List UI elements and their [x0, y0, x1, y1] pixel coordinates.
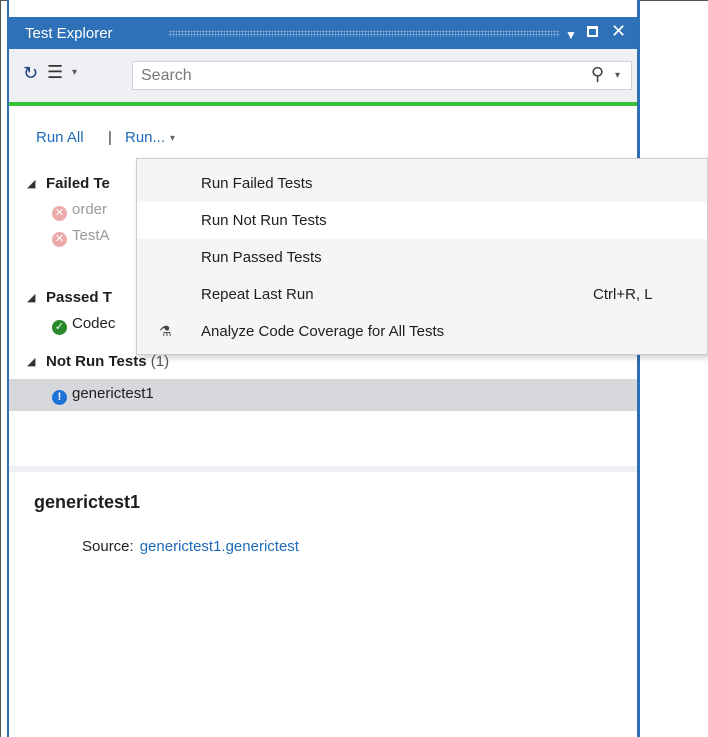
menu-item-shortcut: Ctrl+R, L: [593, 286, 653, 303]
flask-icon: ⚗: [159, 323, 172, 339]
menu-item-label: Run Failed Tests: [201, 175, 313, 192]
run-bar: Run All | Run... ▾: [36, 129, 175, 146]
run-menu-label[interactable]: Run...: [125, 129, 165, 146]
test-item-label: generictest1: [72, 385, 154, 402]
search-box[interactable]: ⚲ ▾: [132, 61, 632, 90]
drag-grip[interactable]: [169, 30, 559, 37]
details-divider[interactable]: [9, 466, 637, 472]
title-bar[interactable]: Test Explorer ▼ ✕: [9, 17, 637, 49]
chevron-down-icon[interactable]: ▾: [170, 133, 175, 144]
failed-icon: ✕: [52, 232, 67, 247]
group-label-failed: Failed Te: [46, 175, 110, 192]
window-dropdown-button[interactable]: ▼: [565, 26, 577, 44]
close-button[interactable]: ✕: [611, 22, 626, 40]
run-dropdown-menu: Run Failed Tests Run Not Run Tests Run P…: [136, 158, 708, 355]
menu-item-label: Run Passed Tests: [201, 249, 322, 266]
search-input[interactable]: [141, 66, 561, 86]
info-icon: !: [52, 390, 67, 405]
window-title: Test Explorer: [25, 25, 113, 42]
menu-item-label: Analyze Code Coverage for All Tests: [201, 323, 445, 340]
group-count: (1): [150, 353, 170, 370]
group-label-not-run: Not Run Tests (1): [46, 353, 169, 370]
menu-item-run-passed[interactable]: Run Passed Tests: [137, 239, 707, 276]
collapse-triangle-icon[interactable]: ◢: [27, 291, 35, 304]
failed-icon: ✕: [52, 206, 67, 221]
test-item-label: Codec: [72, 315, 116, 332]
outer-border-left: [0, 0, 1, 737]
detail-source: Source: generictest1.generictest: [82, 538, 299, 555]
collapse-triangle-icon[interactable]: ◢: [27, 355, 35, 368]
group-by-icon[interactable]: ☰: [47, 62, 63, 83]
menu-item-analyze-coverage[interactable]: ⚗ Analyze Code Coverage for All Tests: [137, 313, 707, 350]
menu-item-label: Run Not Run Tests: [201, 212, 327, 229]
source-label: Source:: [82, 538, 134, 555]
run-all-link[interactable]: Run All: [36, 129, 84, 146]
detail-test-name: generictest1: [34, 492, 141, 512]
maximize-button[interactable]: [587, 26, 598, 37]
collapse-triangle-icon[interactable]: ◢: [27, 177, 35, 190]
search-options-dropdown-icon[interactable]: ▾: [615, 70, 620, 81]
group-label-passed: Passed T: [46, 289, 112, 306]
test-explorer-panel: Test Explorer ▼ ✕ ↻ ☰ ▾ ⚲ ▾ Run All | Ru…: [9, 0, 637, 737]
source-link[interactable]: generictest1.generictest: [140, 538, 299, 555]
test-item-label: order: [72, 201, 108, 218]
refresh-icon[interactable]: ↻: [23, 63, 38, 84]
menu-item-run-failed[interactable]: Run Failed Tests: [137, 165, 707, 202]
search-icon[interactable]: ⚲: [591, 64, 604, 85]
passed-check-icon: ✓: [52, 320, 67, 335]
run-menu-link[interactable]: Run... ▾: [125, 129, 175, 146]
menu-item-repeat-last-run[interactable]: Repeat Last Run Ctrl+R, L: [137, 276, 707, 313]
menu-item-run-not-run[interactable]: Run Not Run Tests: [137, 202, 707, 239]
menu-item-label: Repeat Last Run: [201, 286, 314, 303]
test-item-label: TestA: [72, 227, 110, 244]
group-label-text: Not Run Tests: [46, 353, 147, 370]
toolbar: ↻ ☰ ▾ ⚲ ▾: [9, 49, 637, 106]
run-separator: |: [108, 129, 112, 146]
group-by-dropdown-icon[interactable]: ▾: [72, 67, 77, 78]
test-item-not-run-1[interactable]: ! generictest1: [9, 379, 637, 411]
window-frame-right: [637, 0, 640, 737]
